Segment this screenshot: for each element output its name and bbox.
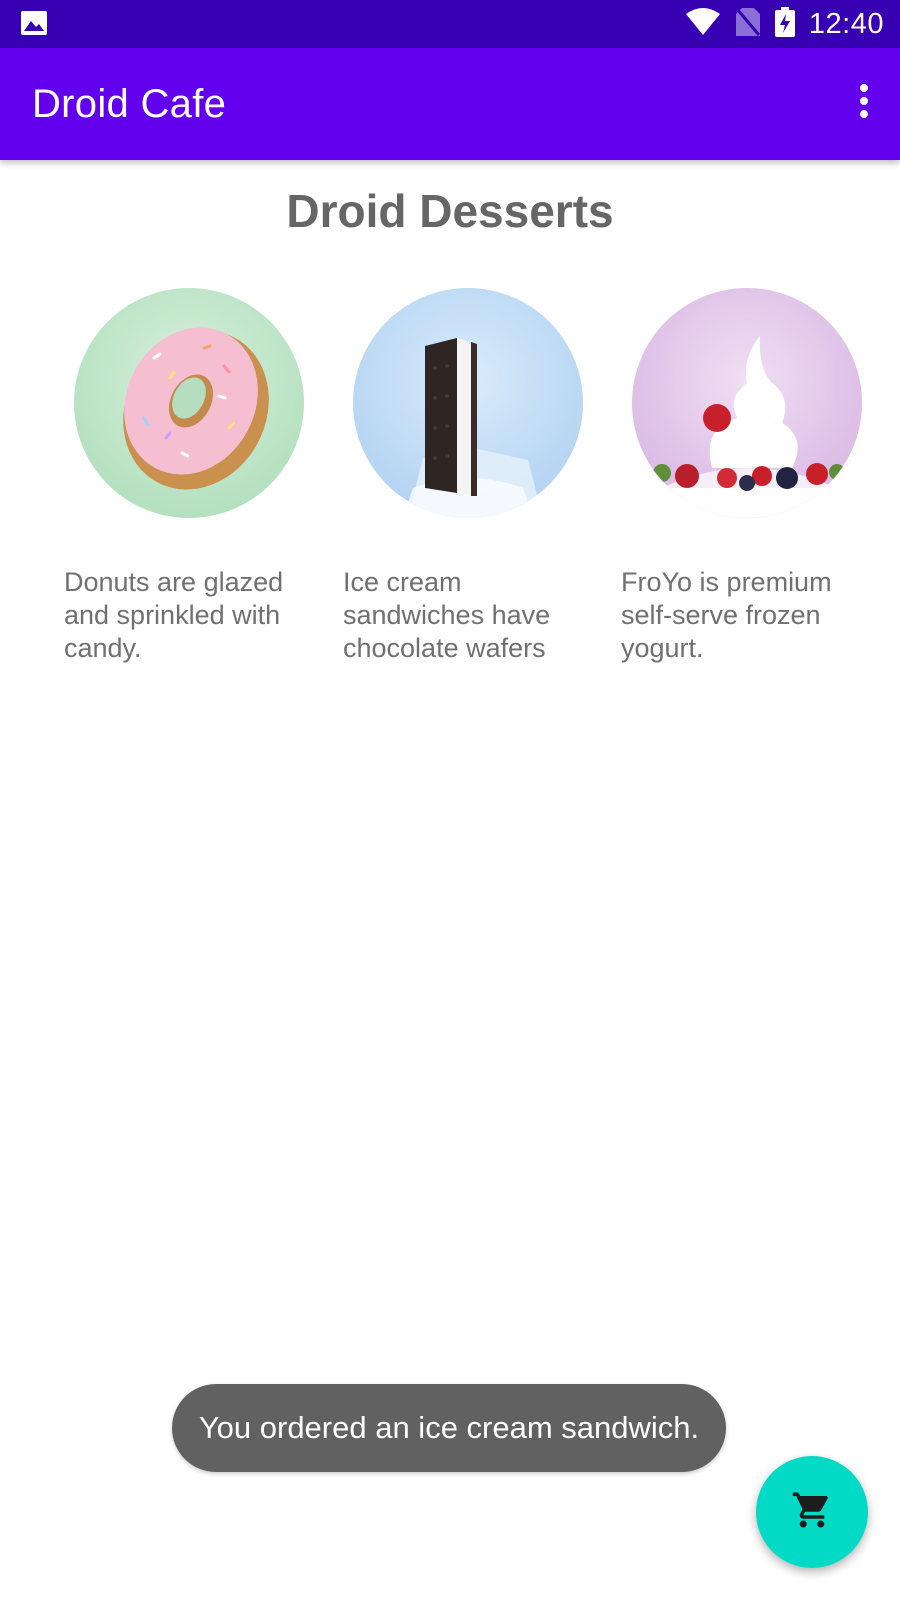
shopping-cart-icon	[791, 1489, 833, 1536]
status-time: 12:40	[808, 7, 884, 40]
more-vert-icon[interactable]	[854, 84, 874, 124]
ice-cream-sandwich-image[interactable]	[353, 288, 583, 518]
app-title: Droid Cafe	[32, 82, 227, 126]
froyo-image[interactable]	[632, 288, 862, 518]
wifi-icon	[685, 7, 721, 41]
app-bar: Droid Cafe	[0, 48, 900, 160]
status-bar: 12:40	[0, 0, 900, 48]
battery-charging-icon	[774, 6, 795, 42]
toast-message: You ordered an ice cream sandwich.	[172, 1384, 726, 1472]
page-title: Droid Desserts	[286, 185, 614, 237]
ice-cream-sandwich-description: Ice cream sandwiches have chocolate wafe…	[343, 567, 551, 663]
image-icon	[20, 10, 48, 41]
no-sim-icon	[735, 7, 761, 42]
donut-description: Donuts are glazed and sprinkled with can…	[64, 567, 284, 663]
donut-image[interactable]	[74, 288, 304, 518]
froyo-description: FroYo is premium self-serve frozen yogur…	[621, 567, 832, 663]
shopping-cart-button[interactable]	[756, 1456, 868, 1568]
